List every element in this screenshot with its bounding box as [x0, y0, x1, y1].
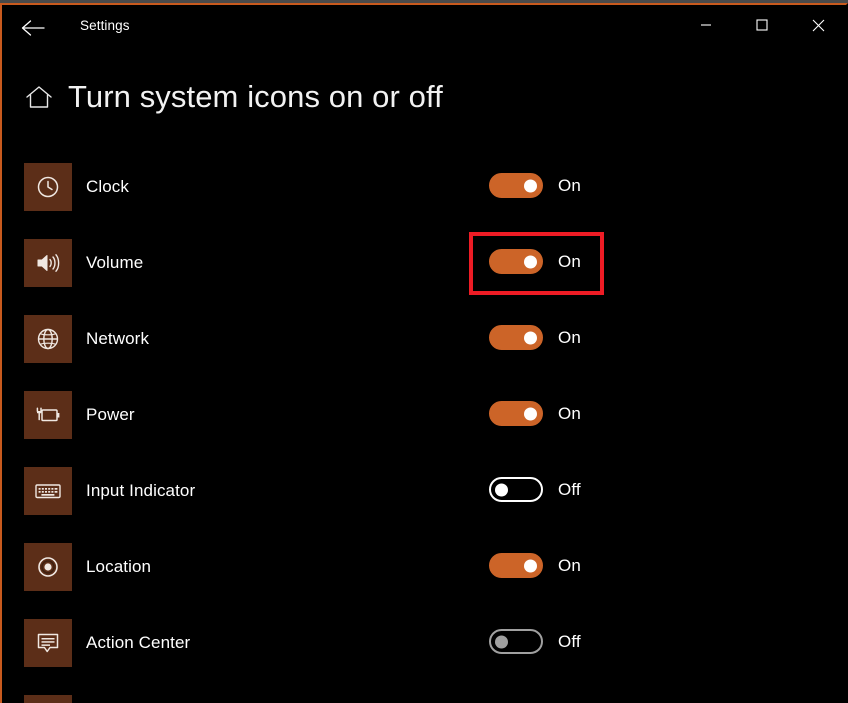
page-title: Turn system icons on or off [68, 79, 443, 114]
toggle-knob [524, 331, 537, 344]
app-title: Settings [80, 18, 130, 33]
toggle-switch[interactable] [489, 553, 543, 578]
back-button[interactable] [10, 9, 56, 47]
volume-speaker-icon [24, 239, 72, 287]
title-bar: Settings [2, 5, 846, 50]
row-label: Volume [86, 253, 144, 272]
back-arrow-icon [21, 19, 45, 37]
action-center-speech-bubble-icon [24, 619, 72, 667]
toggle-knob [495, 635, 508, 648]
keyboard-icon [24, 467, 72, 515]
toggle-switch[interactable] [489, 629, 543, 654]
close-icon [812, 19, 825, 32]
network-globe-icon [24, 315, 72, 363]
row-label: Clock [86, 177, 130, 196]
toggle-switch[interactable] [489, 401, 543, 426]
maximize-icon [756, 19, 768, 31]
row-label: Network [86, 329, 150, 348]
minimize-icon [700, 19, 712, 31]
toggle-state-label: Off [558, 479, 581, 499]
location-target-icon [24, 543, 72, 591]
row-label: Input Indicator [86, 481, 196, 500]
toggle-location[interactable]: On [489, 553, 581, 578]
table-row: Input Indicator Off [2, 455, 846, 531]
toggle-network[interactable]: On [489, 325, 581, 350]
table-row: Action Center Off [2, 607, 846, 683]
clock-icon [24, 163, 72, 211]
row-label: Location [86, 557, 152, 576]
close-button[interactable] [790, 5, 846, 45]
toggle-action-center[interactable]: Off [489, 629, 581, 654]
table-row: Clock On [2, 151, 846, 227]
window-controls [678, 5, 846, 45]
row-label: Action Center [86, 633, 191, 652]
power-battery-icon [24, 391, 72, 439]
toggle-switch[interactable] [489, 325, 543, 350]
toggle-switch[interactable] [489, 249, 543, 274]
table-row: Volume On [2, 227, 846, 303]
table-row-partial [2, 683, 846, 703]
toggle-state-label: On [558, 555, 581, 575]
table-row: Power On [2, 379, 846, 455]
settings-window: Settings Turn system icons on or off Clo… [0, 3, 848, 703]
toggle-state-label: On [558, 175, 581, 195]
system-icons-list: Clock On Volume On Network On Power On I… [2, 151, 846, 703]
toggle-volume[interactable]: On [489, 249, 581, 274]
row-label: Power [86, 405, 135, 424]
toggle-switch[interactable] [489, 477, 543, 502]
toggle-knob [524, 255, 537, 268]
table-row: Location On [2, 531, 846, 607]
minimize-button[interactable] [678, 5, 734, 45]
table-row: Network On [2, 303, 846, 379]
toggle-state-label: On [558, 403, 581, 423]
maximize-button[interactable] [734, 5, 790, 45]
partial-row-icon-tile [24, 695, 72, 703]
page-header: Turn system icons on or off [22, 73, 443, 121]
toggle-knob [524, 559, 537, 572]
toggle-state-label: On [558, 251, 581, 271]
toggle-input-indicator[interactable]: Off [489, 477, 581, 502]
toggle-power[interactable]: On [489, 401, 581, 426]
toggle-knob [495, 483, 508, 496]
home-icon[interactable] [22, 80, 56, 114]
toggle-switch[interactable] [489, 173, 543, 198]
settings-screen: Settings Turn system icons on or off Clo… [0, 0, 848, 703]
toggle-knob [524, 179, 537, 192]
toggle-state-label: On [558, 327, 581, 347]
toggle-knob [524, 407, 537, 420]
toggle-state-label: Off [558, 631, 581, 651]
toggle-clock[interactable]: On [489, 173, 581, 198]
